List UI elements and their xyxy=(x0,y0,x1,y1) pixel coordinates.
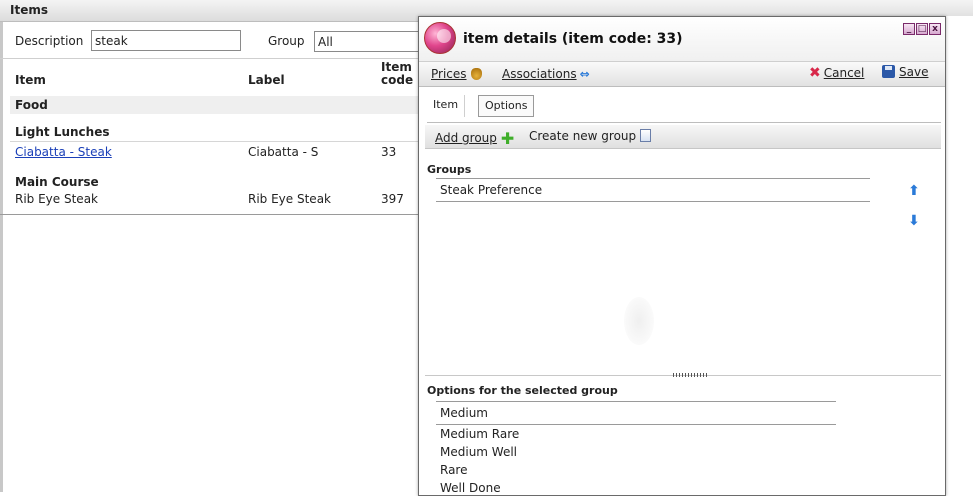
dialog-title: item details (item code: 33) xyxy=(463,31,683,47)
item-label-cell: Ciabatta - S xyxy=(248,145,319,159)
options-subtoolbar: Add group ✚ Create new group xyxy=(425,125,941,149)
window-controls: _ □ x xyxy=(902,20,941,35)
background-right-strip xyxy=(946,16,973,492)
associations-label: Associations xyxy=(502,67,577,81)
prices-label: Prices xyxy=(431,67,467,81)
item-link-ciabatta-steak[interactable]: Ciabatta - Steak xyxy=(15,145,112,159)
document-icon xyxy=(640,129,652,142)
arrow-up-icon[interactable]: ⬆ xyxy=(907,184,921,198)
column-header-item-code-line2: code xyxy=(381,73,414,87)
floppy-disk-icon xyxy=(882,65,895,78)
close-icon[interactable]: x xyxy=(929,23,941,35)
x-icon: ✖ xyxy=(809,65,821,81)
money-bag-icon xyxy=(470,68,482,80)
associations-button[interactable]: Associations ⇔ xyxy=(502,67,590,81)
list-bottom-divider xyxy=(0,214,420,215)
cancel-button[interactable]: ✖ Cancel xyxy=(809,65,864,81)
option-item-medium[interactable]: Medium xyxy=(440,406,488,420)
item-code-cell: 397 xyxy=(381,192,404,206)
double-arrow-icon: ⇔ xyxy=(579,67,590,81)
filter-divider xyxy=(0,58,420,59)
item-label-cell: Rib Eye Steak xyxy=(248,192,331,206)
minimize-icon[interactable]: _ xyxy=(903,23,915,35)
column-header-label[interactable]: Label xyxy=(248,74,285,87)
app-logo-icon xyxy=(424,22,456,54)
option-item-rare[interactable]: Rare xyxy=(440,463,467,477)
create-new-group-label: Create new group xyxy=(529,129,637,143)
cancel-label: Cancel xyxy=(823,66,865,80)
groups-list: Steak Preference xyxy=(436,178,870,202)
option-item-medium-well[interactable]: Medium Well xyxy=(440,445,517,459)
save-label: Save xyxy=(899,65,929,79)
dialog-title-bar[interactable]: item details (item code: 33) _ □ x xyxy=(419,17,945,61)
arrow-down-icon[interactable]: ⬇ xyxy=(907,214,921,228)
tab-item[interactable]: Item xyxy=(427,95,466,117)
create-new-group-button[interactable]: Create new group xyxy=(529,129,652,143)
add-group-label: Add group xyxy=(435,131,497,145)
section-header-light-lunches: Light Lunches xyxy=(15,125,110,139)
description-input[interactable] xyxy=(91,30,241,51)
description-label: Description xyxy=(15,34,84,48)
pane-splitter[interactable] xyxy=(425,373,941,379)
dialog-toolbar: Prices Associations ⇔ ✖ Cancel Save xyxy=(419,61,945,87)
section-divider xyxy=(10,141,420,142)
add-group-button[interactable]: Add group ✚ xyxy=(435,129,514,148)
group-band-food: Food xyxy=(10,96,420,114)
splitter-grip-icon[interactable] xyxy=(673,373,707,377)
save-button[interactable]: Save xyxy=(882,65,928,79)
item-details-dialog: item details (item code: 33) _ □ x Prices … xyxy=(418,16,946,496)
group-select[interactable] xyxy=(314,31,420,52)
plus-icon: ✚ xyxy=(500,129,515,148)
prices-button[interactable]: Prices xyxy=(431,67,482,81)
group-label: Group xyxy=(268,34,305,48)
column-header-item[interactable]: Item xyxy=(15,74,46,87)
option-item-well-done[interactable]: Well Done xyxy=(440,481,501,495)
groups-section-title: Groups xyxy=(427,163,472,176)
options-section-title: Options for the selected group xyxy=(427,384,618,397)
tab-bar-underline xyxy=(427,122,941,123)
group-item-steak-preference[interactable]: Steak Preference xyxy=(440,183,542,197)
item-rib-eye-steak[interactable]: Rib Eye Steak xyxy=(15,192,98,206)
option-item-medium-rare[interactable]: Medium Rare xyxy=(440,427,519,441)
window-left-border xyxy=(0,22,3,492)
tab-options[interactable]: Options xyxy=(478,95,535,117)
options-selected-row: Medium xyxy=(436,401,836,425)
column-header-item-code[interactable]: Item code xyxy=(381,61,413,87)
maximize-icon[interactable]: □ xyxy=(916,23,928,35)
section-header-main-course: Main Course xyxy=(15,175,99,189)
faint-background-mark xyxy=(624,297,654,345)
item-code-cell: 33 xyxy=(381,145,397,159)
